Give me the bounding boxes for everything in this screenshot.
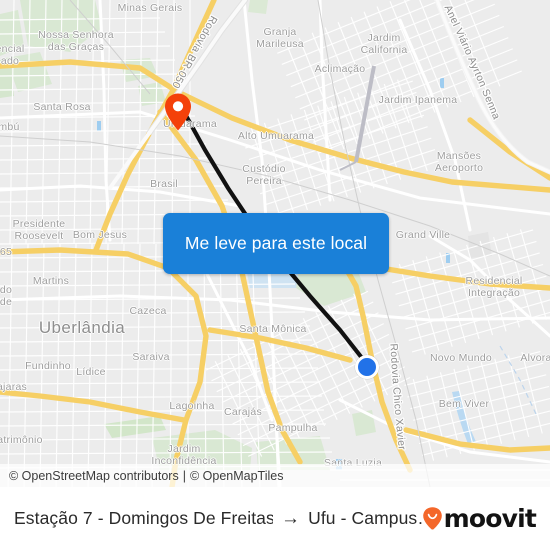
openmaptiles-attribution[interactable]: © OpenMapTiles	[190, 469, 284, 483]
route-summary[interactable]: Estação 7 - Domingos De Freitas (… → Ufu…	[14, 508, 422, 529]
take-me-here-callout[interactable]: Me leve para este local	[163, 213, 389, 274]
map-canvas[interactable]: Rodovia BR-050 Anel Viário Ayrton Senna …	[0, 0, 550, 487]
route-bottom-bar: Estação 7 - Domingos De Freitas (… → Ufu…	[0, 487, 550, 550]
attribution-separator: |	[182, 468, 186, 483]
osm-attribution[interactable]: © OpenStreetMap contributors	[9, 469, 179, 483]
map-attribution: © OpenStreetMap contributors | © OpenMap…	[0, 464, 550, 487]
route-origin-label: Estação 7 - Domingos De Freitas (…	[14, 508, 273, 528]
moovit-logo[interactable]: moovit	[422, 504, 537, 533]
callout-text: Me leve para este local	[184, 233, 368, 253]
moovit-pin-icon	[422, 506, 443, 531]
moovit-wordmark: moovit	[443, 504, 537, 533]
arrow-right-icon: →	[281, 508, 301, 529]
location-dot-icon[interactable]	[355, 355, 379, 379]
route-destination-label: Ufu - Campus…	[308, 508, 421, 528]
moovit-map-screen: Rodovia BR-050 Anel Viário Ayrton Senna …	[0, 0, 550, 550]
